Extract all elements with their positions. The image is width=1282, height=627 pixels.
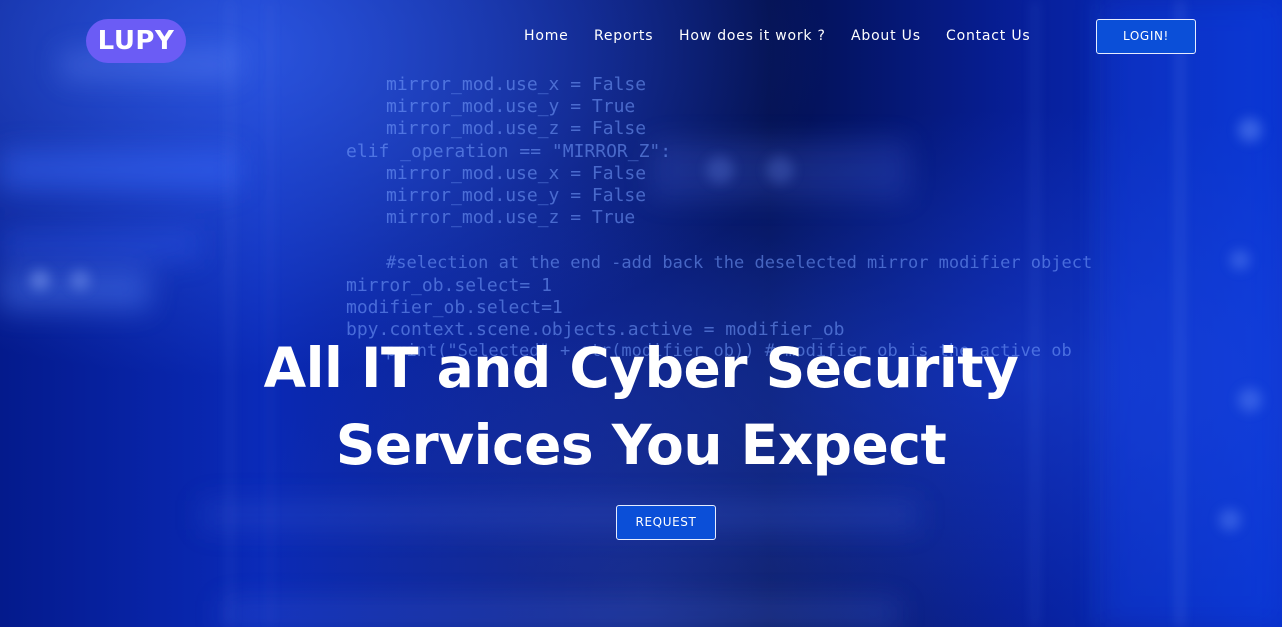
code-line: #selection at the end -add back the dese… xyxy=(386,253,1093,273)
nav-item-about-us[interactable]: About Us xyxy=(851,28,921,44)
hero-section: mirror_mod.use_x = False mirror_mod.use_… xyxy=(0,0,1282,627)
code-line: elif _operation == "MIRROR_Z": xyxy=(346,141,672,162)
login-button[interactable]: LOGIN! xyxy=(1096,19,1196,54)
logo[interactable]: LUPY xyxy=(86,19,186,63)
code-line: mirror_mod.use_y = False xyxy=(386,185,647,206)
nav-item-contact-us[interactable]: Contact Us xyxy=(946,28,1030,44)
code-line: mirror_mod.use_x = False xyxy=(386,163,647,184)
nav-item-home[interactable]: Home xyxy=(524,28,569,44)
code-line: mirror_mod.use_z = False xyxy=(386,118,647,139)
code-line: mirror_ob.select= 1 xyxy=(346,275,552,296)
code-line: mirror_mod.use_y = True xyxy=(386,96,636,117)
code-line: mirror_mod.use_z = True xyxy=(386,207,636,228)
hero-headline-line-2: Services You Expect xyxy=(335,413,947,477)
nav-item-how-it-works[interactable]: How does it work ? xyxy=(679,28,826,44)
request-button[interactable]: REQUEST xyxy=(616,505,716,540)
nav-item-reports[interactable]: Reports xyxy=(594,28,653,44)
navbar: LUPY Home Reports How does it work ? Abo… xyxy=(0,0,1282,80)
hero-headline-line-1: All IT and Cyber Security xyxy=(263,336,1019,400)
code-line: modifier_ob.select=1 xyxy=(346,297,563,318)
